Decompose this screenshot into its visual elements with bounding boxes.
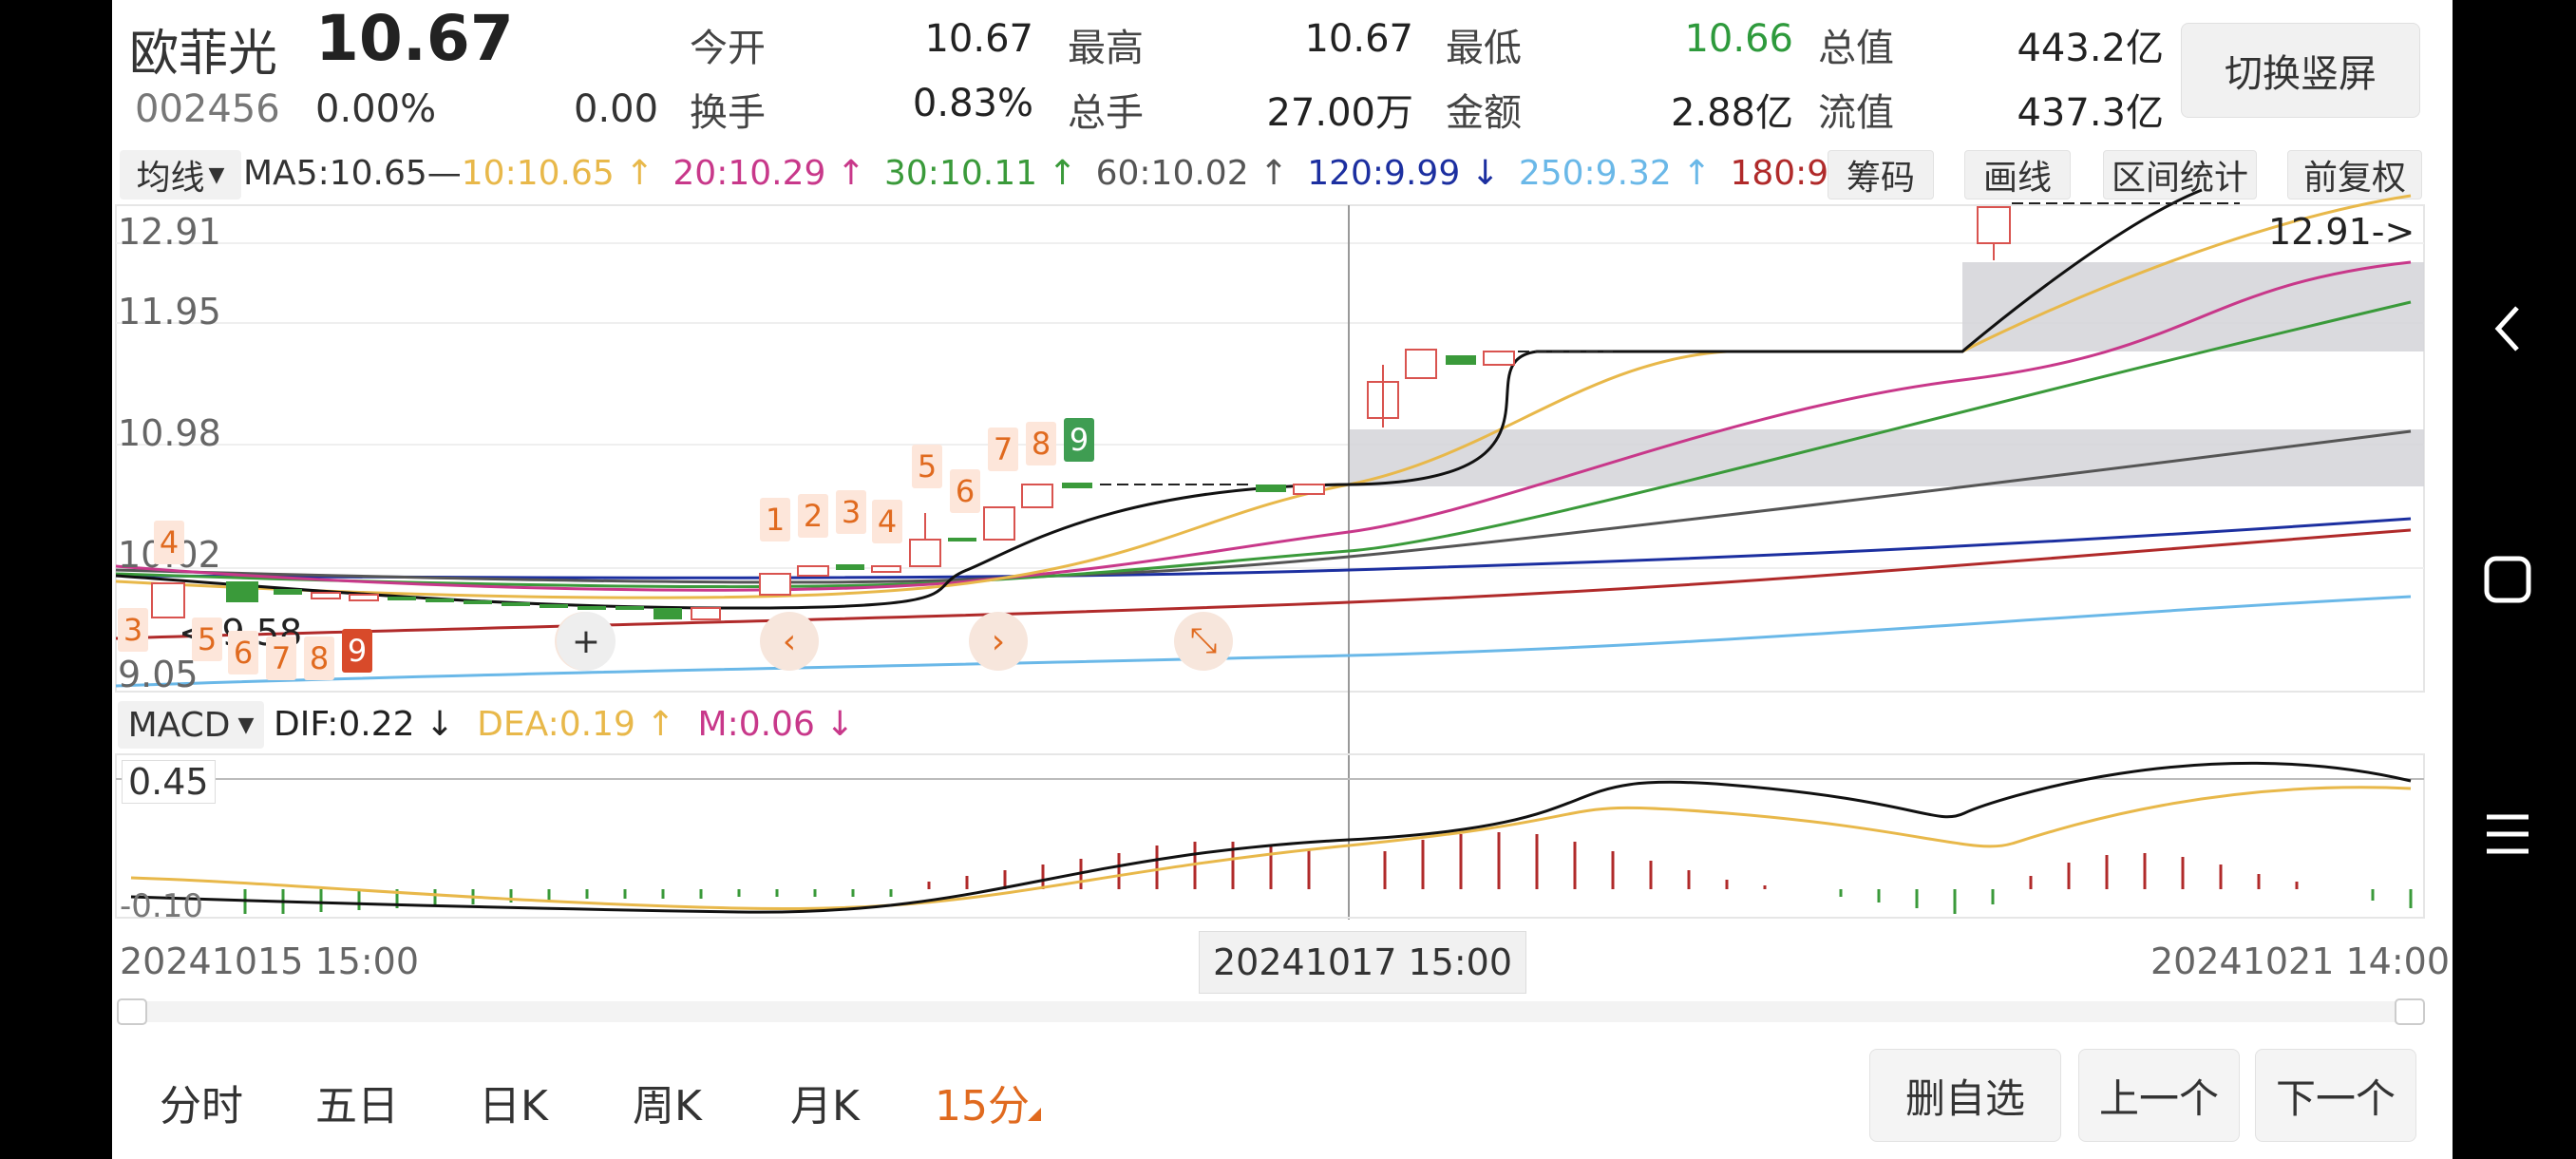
td-count: 8	[304, 636, 334, 680]
range-handle-right	[2395, 998, 2425, 1025]
back-icon[interactable]	[2489, 300, 2527, 357]
macd-selector-label: MACD	[127, 705, 231, 745]
ma10-line	[115, 194, 2412, 599]
dea-value: DEA:0.19 ↑	[477, 705, 675, 744]
td-count: 7	[266, 636, 296, 680]
tab-intraday[interactable]: 分时	[160, 1072, 243, 1132]
ma250-line	[115, 595, 2412, 688]
price-axis-label: 11.95	[118, 291, 221, 332]
macd-values: DIF:0.22 ↓ DEA:0.19 ↑ M:0.06 ↓	[274, 705, 854, 744]
range-scroll-track	[118, 1001, 2424, 1022]
macd-bottom-label: -0.10	[120, 887, 203, 925]
home-icon[interactable]	[2481, 553, 2534, 606]
macd-selector[interactable]: MACD ▼	[118, 701, 264, 749]
macd-top-label: 0.45	[122, 760, 216, 804]
td-count: 5	[912, 445, 942, 488]
td-count: 8	[1026, 422, 1056, 466]
price-axis-label: 12.91	[118, 211, 221, 253]
scroll-right-icon[interactable]: ›	[969, 612, 1028, 671]
td-count: 3	[118, 608, 148, 652]
price-axis-label: 9.05	[118, 654, 199, 695]
dif-value: DIF:0.22 ↓	[274, 705, 455, 744]
range-handle-left	[117, 998, 147, 1025]
td-count: 7	[988, 428, 1018, 471]
stock-chart-screen: 欧菲光 10.67 002456 0.00% 0.00 今开 10.67 最高 …	[112, 0, 2453, 1159]
tab-daily-k[interactable]: 日K	[479, 1072, 548, 1132]
td-count: 3	[836, 490, 866, 534]
next-stock-button[interactable]: 下一个	[2255, 1049, 2416, 1142]
time-end: 20241021 14:00	[2150, 940, 2451, 982]
scroll-left-icon[interactable]: ‹	[760, 612, 819, 671]
crosshair-add-icon[interactable]: +	[557, 612, 616, 671]
shrink-icon[interactable]: ⤡	[1174, 612, 1233, 671]
price-axis-label: 10.98	[118, 412, 221, 454]
time-cursor: 20241017 15:00	[1199, 931, 1527, 994]
remove-watchlist-button[interactable]: 删自选	[1869, 1049, 2061, 1142]
td-count: 4	[154, 521, 184, 564]
high-price-marker: 12.91->	[2268, 211, 2415, 253]
td-count: 1	[760, 498, 790, 542]
td-count: 4	[872, 500, 902, 543]
m-value: M:0.06 ↓	[697, 705, 855, 744]
td-count: 6	[228, 631, 258, 674]
dropdown-arrow-icon: ▼	[237, 712, 255, 737]
zone-upper	[1962, 262, 2424, 352]
tab-monthly-k[interactable]: 月K	[790, 1072, 860, 1132]
td-count: 9	[342, 629, 372, 673]
ma5-line	[115, 188, 2203, 610]
menu-icon[interactable]	[2481, 808, 2534, 861]
td-count: 9	[1064, 418, 1094, 462]
time-start: 20241015 15:00	[120, 940, 420, 982]
tab-15min[interactable]: 15分	[935, 1072, 1030, 1132]
td-count: 2	[798, 494, 828, 538]
zone-lower	[1349, 429, 2424, 486]
previous-stock-button[interactable]: 上一个	[2078, 1049, 2240, 1142]
td-count: 5	[192, 618, 222, 661]
tab-weekly-k[interactable]: 周K	[633, 1072, 702, 1132]
candles	[151, 202, 2240, 620]
td-count: 6	[950, 469, 980, 513]
dropdown-corner-icon	[1028, 1108, 1041, 1121]
tab-five-day[interactable]: 五日	[315, 1072, 399, 1132]
